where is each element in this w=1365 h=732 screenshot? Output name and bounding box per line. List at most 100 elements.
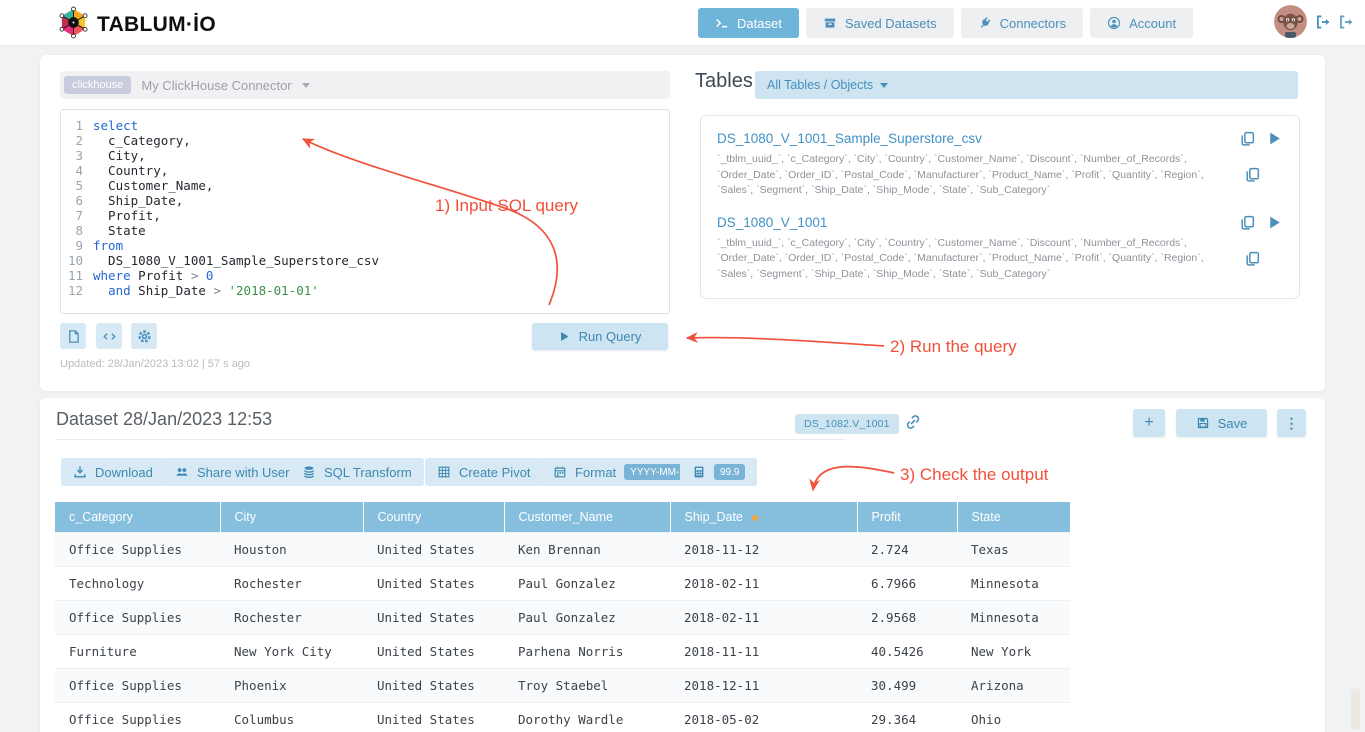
table-row: Office SuppliesPhoenixUnited StatesTroy … <box>55 669 1070 703</box>
save-button[interactable]: Save <box>1176 409 1267 437</box>
create-pivot-button[interactable]: Create Pivot <box>425 458 543 486</box>
table-cell: Houston <box>220 533 363 567</box>
column-header-country[interactable]: Country <box>363 502 504 533</box>
result-table: c_CategoryCityCountryCustomer_NameShip_D… <box>55 502 1070 732</box>
table-cell: Office Supplies <box>55 533 220 567</box>
logout-icon[interactable] <box>1314 13 1332 31</box>
copy-columns-icon[interactable] <box>1244 166 1261 183</box>
nav-saved-datasets-button[interactable]: Saved Datasets <box>806 8 954 38</box>
link-icon[interactable] <box>904 413 922 431</box>
code-view-button[interactable] <box>96 323 122 349</box>
column-header-profit[interactable]: Profit <box>857 502 957 533</box>
line-number: 10 <box>61 253 93 268</box>
grid-icon <box>437 465 451 479</box>
line-number: 3 <box>61 148 93 163</box>
user-avatar[interactable] <box>1274 5 1307 38</box>
tables-panel-title: Tables <box>695 70 753 93</box>
column-header-ship_date[interactable]: Ship_Date <box>670 502 857 533</box>
sql-editor[interactable]: 1select2 c_Category,3 City,4 Country,5 C… <box>60 109 670 314</box>
table-cell: Texas <box>957 533 1070 567</box>
download-button[interactable]: Download <box>61 458 165 486</box>
column-header-c_category[interactable]: c_Category <box>55 502 220 533</box>
table-columns-list: `_tblm_uuid_`, `c_Category`, `City`, `Co… <box>717 152 1239 199</box>
table-name-link[interactable]: DS_1080_V_1001 <box>717 215 827 230</box>
run-query-button[interactable]: Run Query <box>532 323 668 350</box>
code-line: 8 State <box>61 223 669 238</box>
sql-transform-button[interactable]: SQL Transform <box>290 458 424 486</box>
table-columns-list: `_tblm_uuid_`, `c_Category`, `City`, `Co… <box>717 236 1239 283</box>
column-header-state[interactable]: State <box>957 502 1070 533</box>
table-row: Office SuppliesHoustonUnited StatesKen B… <box>55 533 1070 567</box>
calculator-icon <box>692 465 706 479</box>
table-cell: 2018-02-11 <box>670 601 857 635</box>
line-number: 6 <box>61 193 93 208</box>
precision-badge: 99.9 <box>714 464 745 480</box>
connector-type-badge: clickhouse <box>64 76 131 94</box>
table-cell: 2018-02-11 <box>670 567 857 601</box>
add-dataset-button[interactable]: + <box>1133 409 1165 437</box>
nav-dataset-button[interactable]: Dataset <box>698 8 799 38</box>
title-divider <box>56 439 846 440</box>
nav-connectors-button[interactable]: Connectors <box>961 8 1083 38</box>
code-line: 3 City, <box>61 148 669 163</box>
plug-icon <box>975 13 995 33</box>
column-header-city[interactable]: City <box>220 502 363 533</box>
line-number: 7 <box>61 208 93 223</box>
table-cell: United States <box>363 567 504 601</box>
chevron-down-icon <box>880 83 888 88</box>
code-icon <box>102 329 117 344</box>
table-name-link[interactable]: DS_1080_V_1001_Sample_Superstore_csv <box>717 131 982 146</box>
query-settings-button[interactable] <box>131 323 157 349</box>
code-line: 12 and Ship_Date > '2018-01-01' <box>61 283 669 298</box>
table-cell: 2.724 <box>857 533 957 567</box>
copy-icon[interactable] <box>1239 214 1256 231</box>
connector-selector[interactable]: clickhouse My ClickHouse Connector <box>60 71 670 99</box>
number-precision-button[interactable]: 99.9 <box>680 458 757 486</box>
line-number: 2 <box>61 133 93 148</box>
table-cell: New York <box>957 635 1070 669</box>
table-cell: 2018-12-11 <box>670 669 857 703</box>
table-cell: Paul Gonzalez <box>504 567 670 601</box>
share-with-user-button[interactable]: Share with User <box>163 458 301 486</box>
table-row: FurnitureNew York CityUnited StatesParhe… <box>55 635 1070 669</box>
table-cell: Ken Brennan <box>504 533 670 567</box>
annotation-step1: 1) Input SQL query <box>435 196 578 216</box>
table-cell: 30.499 <box>857 669 957 703</box>
table-cell: 29.364 <box>857 703 957 732</box>
line-number: 1 <box>61 118 93 133</box>
logout-alt-icon[interactable] <box>1337 13 1355 31</box>
connector-name: My ClickHouse Connector <box>141 78 291 93</box>
person-icon <box>1107 16 1121 30</box>
line-number: 5 <box>61 178 93 193</box>
new-query-button[interactable] <box>60 323 86 349</box>
table-cell: 6.7966 <box>857 567 957 601</box>
table-cell: 40.5426 <box>857 635 957 669</box>
table-cell: Minnesota <box>957 601 1070 635</box>
dataset-card: Dataset 28/Jan/2023 12:53 DS_1082.V_1001… <box>40 398 1325 732</box>
table-cell: Rochester <box>220 567 363 601</box>
table-cell: 2.9568 <box>857 601 957 635</box>
use-table-play-icon[interactable] <box>1266 130 1283 147</box>
more-options-button[interactable]: ⋮ <box>1277 409 1306 437</box>
dataset-title: Dataset 28/Jan/2023 12:53 <box>56 409 272 430</box>
table-row: Office SuppliesRochesterUnited StatesPau… <box>55 601 1070 635</box>
table-entry: DS_1080_V_1001 `_tblm_uuid_`, `c_Categor… <box>717 214 1283 283</box>
brand-logo[interactable]: TABLUM·İO <box>58 6 216 44</box>
tables-filter-dropdown[interactable]: All Tables / Objects <box>755 71 1298 99</box>
code-line: 11where Profit > 0 <box>61 268 669 283</box>
column-header-customer_name[interactable]: Customer_Name <box>504 502 670 533</box>
table-cell: 2018-05-02 <box>670 703 857 732</box>
kebab-icon: ⋮ <box>1285 415 1299 432</box>
archive-icon <box>823 16 837 30</box>
annotation-step3: 3) Check the output <box>900 465 1048 485</box>
vertical-scrollbar[interactable] <box>1351 688 1360 730</box>
code-line: 2 c_Category, <box>61 133 669 148</box>
copy-columns-icon[interactable] <box>1244 250 1261 267</box>
use-table-play-icon[interactable] <box>1266 214 1283 231</box>
tables-list: DS_1080_V_1001_Sample_Superstore_csv `_t… <box>700 115 1300 299</box>
table-cell: United States <box>363 635 504 669</box>
nav-account-button[interactable]: Account <box>1090 8 1193 38</box>
table-cell: Rochester <box>220 601 363 635</box>
copy-icon[interactable] <box>1239 130 1256 147</box>
code-line: 9from <box>61 238 669 253</box>
